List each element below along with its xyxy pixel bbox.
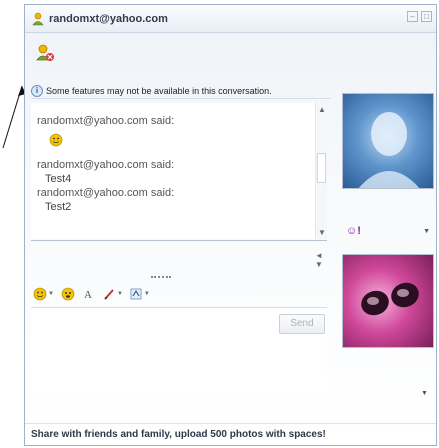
info-bar: i Some features may not be available in … xyxy=(31,83,331,99)
format-toolbar: ▼ A ▼ ▼ xyxy=(33,283,150,305)
collapse-arrows[interactable]: ◄ ▼ xyxy=(315,251,327,271)
pane-divider xyxy=(31,240,327,241)
ym-logo-icon: ☺! xyxy=(346,225,361,237)
ym-status-bar[interactable]: ☺! ▼ xyxy=(342,223,434,239)
audible-icon xyxy=(61,287,75,301)
resize-grip[interactable] xyxy=(151,276,171,278)
maximize-button[interactable]: □ xyxy=(421,11,432,22)
scroll-down-icon[interactable]: ▼ xyxy=(318,228,326,237)
title-bar[interactable]: randomxt@yahoo.com – □ xyxy=(25,5,436,33)
message-input[interactable]: Send xyxy=(31,307,327,395)
smiley-icon xyxy=(49,133,63,147)
buddy-icon xyxy=(32,12,44,25)
footer-divider xyxy=(25,423,436,424)
message-text: Test2 xyxy=(45,201,72,213)
font-icon: A xyxy=(84,289,92,301)
sunglasses-photo-icon xyxy=(361,282,419,316)
window-title: randomxt@yahoo.com xyxy=(49,12,168,25)
color-icon xyxy=(104,289,114,300)
minimize-button[interactable]: – xyxy=(407,11,418,22)
scroll-thumb[interactable] xyxy=(317,153,326,183)
svg-text:A: A xyxy=(84,289,92,301)
sender-label: randomxt@yahoo.com said: xyxy=(37,115,175,127)
person-photo-icon xyxy=(358,112,420,188)
info-text: Some features may not be available in th… xyxy=(46,85,272,96)
send-button[interactable]: Send xyxy=(279,314,325,334)
my-avatar[interactable] xyxy=(342,254,434,348)
buddy-avatar[interactable] xyxy=(342,93,434,189)
chevron-down-icon[interactable]: ▼ xyxy=(423,228,430,235)
format-icon xyxy=(130,288,142,300)
buddy-status-icon[interactable] xyxy=(35,43,55,63)
info-icon: i xyxy=(31,84,43,97)
font-button[interactable]: A xyxy=(82,285,96,303)
promo-link[interactable]: Share with friends and family, upload 50… xyxy=(31,429,326,440)
format-button[interactable]: ▼ xyxy=(129,285,150,303)
message-text: Test4 xyxy=(45,173,72,185)
chevron-down-icon[interactable]: ▼ xyxy=(421,390,428,397)
emoticon-button[interactable]: ▼ xyxy=(33,285,54,303)
audible-button[interactable] xyxy=(60,285,76,303)
emoticon-icon xyxy=(33,287,47,301)
sender-label: randomxt@yahoo.com said: xyxy=(37,187,175,199)
scroll-up-icon[interactable]: ▲ xyxy=(318,105,326,114)
im-window: randomxt@yahoo.com – □ i Some features m… xyxy=(24,4,437,446)
conversation-scrollbar[interactable]: ▲ ▼ xyxy=(315,103,327,239)
sender-label: randomxt@yahoo.com said: xyxy=(37,159,175,171)
color-button[interactable]: ▼ xyxy=(102,285,123,303)
conversation-pane[interactable]: randomxt@yahoo.com said: randomxt@yahoo.… xyxy=(31,103,327,239)
